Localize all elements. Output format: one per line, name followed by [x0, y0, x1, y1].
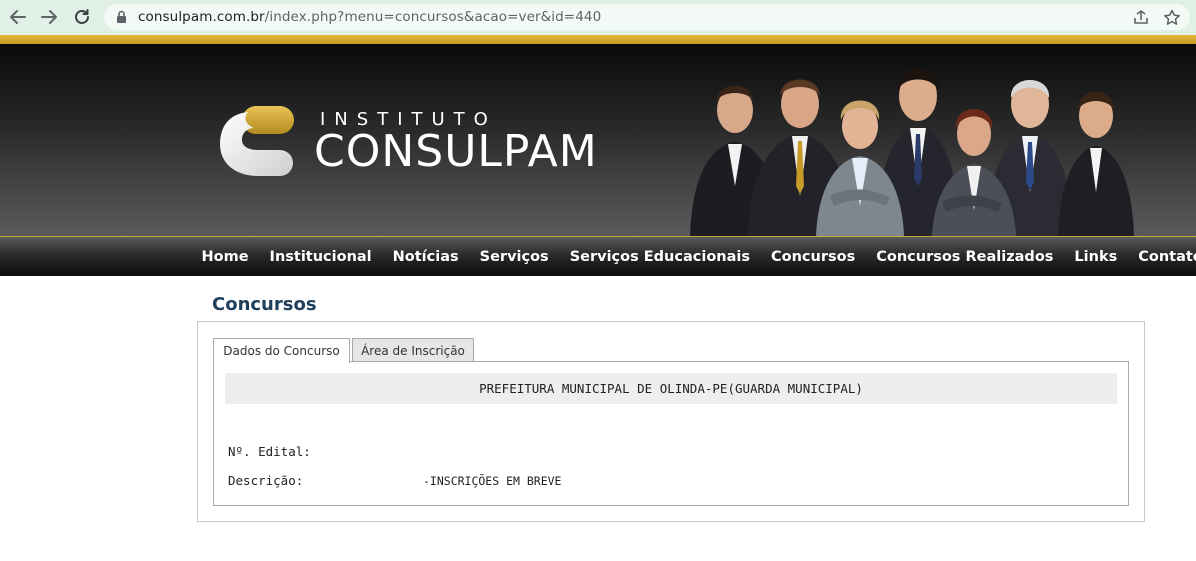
share-icon[interactable] — [1132, 9, 1150, 25]
address-bar[interactable]: consulpam.com.br/index.php?menu=concurso… — [104, 4, 1190, 30]
url-text[interactable]: consulpam.com.br/index.php?menu=concurso… — [138, 9, 601, 25]
menu-item-contato[interactable]: Contato — [1128, 249, 1196, 265]
forward-arrow-icon — [41, 10, 57, 24]
page-title: Concursos — [212, 294, 317, 315]
header-banner: INSTITUTO CONSULPAM — [0, 44, 1196, 236]
lock-icon — [117, 10, 126, 23]
menu-list: Home Institucional Notícias Serviços Ser… — [191, 237, 1196, 277]
consulpam-logo-icon — [220, 106, 294, 176]
menu-item-links[interactable]: Links — [1064, 249, 1128, 265]
menu-item-servicos[interactable]: Serviços — [469, 249, 559, 265]
back-arrow-icon — [10, 10, 26, 24]
menu-item-institucional[interactable]: Institucional — [259, 249, 382, 265]
main-navigation: Home Institucional Notícias Serviços Ser… — [0, 236, 1196, 276]
url-host: consulpam.com.br — [138, 9, 265, 25]
concurso-name: PREFEITURA MUNICIPAL DE OLINDA-PE(GUARDA… — [225, 373, 1117, 404]
tab-dados-do-concurso[interactable]: Dados do Concurso — [213, 338, 350, 363]
bookmark-star-icon[interactable] — [1163, 9, 1181, 26]
back-button[interactable] — [6, 6, 30, 28]
logo-text-consulpam: CONSULPAM — [314, 126, 598, 177]
descricao-value: -INSCRIÇÕES EM BREVE — [423, 474, 562, 488]
menu-item-concursos-realizados[interactable]: Concursos Realizados — [866, 249, 1064, 265]
browser-toolbar: consulpam.com.br/index.php?menu=concurso… — [0, 0, 1196, 35]
tab-area-de-inscricao[interactable]: Área de Inscrição — [352, 338, 474, 362]
reload-button[interactable] — [70, 6, 94, 28]
menu-item-servicos-educacionais[interactable]: Serviços Educacionais — [559, 249, 760, 265]
url-path: /index.php?menu=concursos&acao=ver&id=44… — [264, 9, 602, 25]
forward-button[interactable] — [37, 6, 61, 28]
descricao-label: Descrição: — [228, 473, 304, 488]
header-gold-strip — [0, 35, 1196, 44]
business-people-image — [690, 69, 1134, 236]
reload-icon — [75, 9, 89, 24]
menu-item-noticias[interactable]: Notícias — [382, 249, 469, 265]
menu-item-home[interactable]: Home — [191, 249, 259, 265]
edital-label: Nº. Edital: — [228, 444, 311, 459]
menu-item-concursos[interactable]: Concursos — [761, 249, 866, 265]
